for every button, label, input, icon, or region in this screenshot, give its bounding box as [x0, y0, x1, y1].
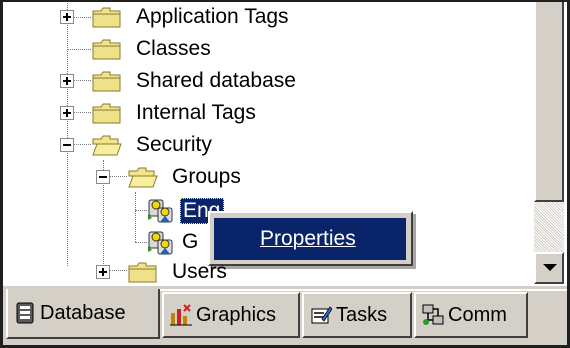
tree-item-label: Security — [136, 133, 212, 156]
folder-icon — [128, 262, 157, 283]
tree-item-label: Internal Tags — [136, 101, 256, 124]
tab-label: Comm — [448, 303, 507, 326]
context-menu: Properties — [208, 211, 413, 266]
scroll-down-button[interactable] — [534, 252, 564, 284]
folder-icon — [92, 7, 121, 28]
tree-item-label: Application Tags — [136, 5, 289, 28]
tree-item-label: Shared database — [136, 69, 296, 92]
tab-strip-top-edge — [160, 289, 570, 291]
tab-label: Tasks — [336, 303, 388, 326]
expand-toggle-icon[interactable] — [60, 106, 74, 120]
graphics-icon — [170, 304, 192, 326]
expand-toggle-icon[interactable] — [60, 10, 74, 24]
tree-connector — [135, 192, 136, 242]
tree-item-internal-tags[interactable]: Internal Tags — [60, 99, 300, 127]
open-folder-icon — [92, 135, 122, 156]
scrollbar-thumb[interactable] — [534, 0, 564, 202]
folder-icon — [92, 103, 121, 124]
workspace-window: Application Tags Classes Shared database — [0, 0, 570, 348]
user-group-icon — [148, 231, 173, 255]
tab-label: Graphics — [196, 303, 277, 326]
tab-graphics[interactable]: Graphics — [162, 292, 300, 338]
database-icon — [14, 302, 36, 324]
tab-label: Database — [40, 301, 126, 324]
tab-database[interactable]: Database — [6, 289, 160, 339]
menu-item-label: Properties — [260, 227, 356, 250]
collapse-toggle-icon[interactable] — [96, 170, 110, 184]
open-folder-icon — [128, 167, 158, 188]
tree-item-label: G — [182, 230, 199, 253]
tab-tasks[interactable]: Tasks — [302, 292, 412, 338]
tree-item-shared-database[interactable]: Shared database — [60, 67, 320, 95]
expand-toggle-icon[interactable] — [96, 265, 110, 279]
scrollbar-track[interactable] — [534, 202, 564, 252]
tree-item-security[interactable]: Security — [60, 131, 260, 159]
comm-icon — [422, 304, 444, 326]
collapse-toggle-icon[interactable] — [60, 138, 74, 152]
tree-item-label: Groups — [172, 165, 241, 188]
tasks-icon — [310, 304, 333, 326]
tree-item-classes[interactable]: Classes — [60, 35, 260, 63]
folder-icon — [92, 39, 121, 60]
tree-item-groups[interactable]: Groups — [96, 163, 276, 191]
properties-menu-item[interactable]: Properties — [214, 218, 406, 260]
expand-toggle-icon[interactable] — [60, 74, 74, 88]
tree-item-label: Classes — [136, 37, 211, 60]
vertical-scrollbar[interactable] — [534, 0, 564, 286]
tree-item-application-tags[interactable]: Application Tags — [60, 3, 320, 31]
down-arrow-icon — [543, 264, 557, 271]
tab-comm[interactable]: Comm — [414, 292, 528, 338]
folder-icon — [92, 71, 121, 92]
user-group-icon — [148, 199, 173, 223]
